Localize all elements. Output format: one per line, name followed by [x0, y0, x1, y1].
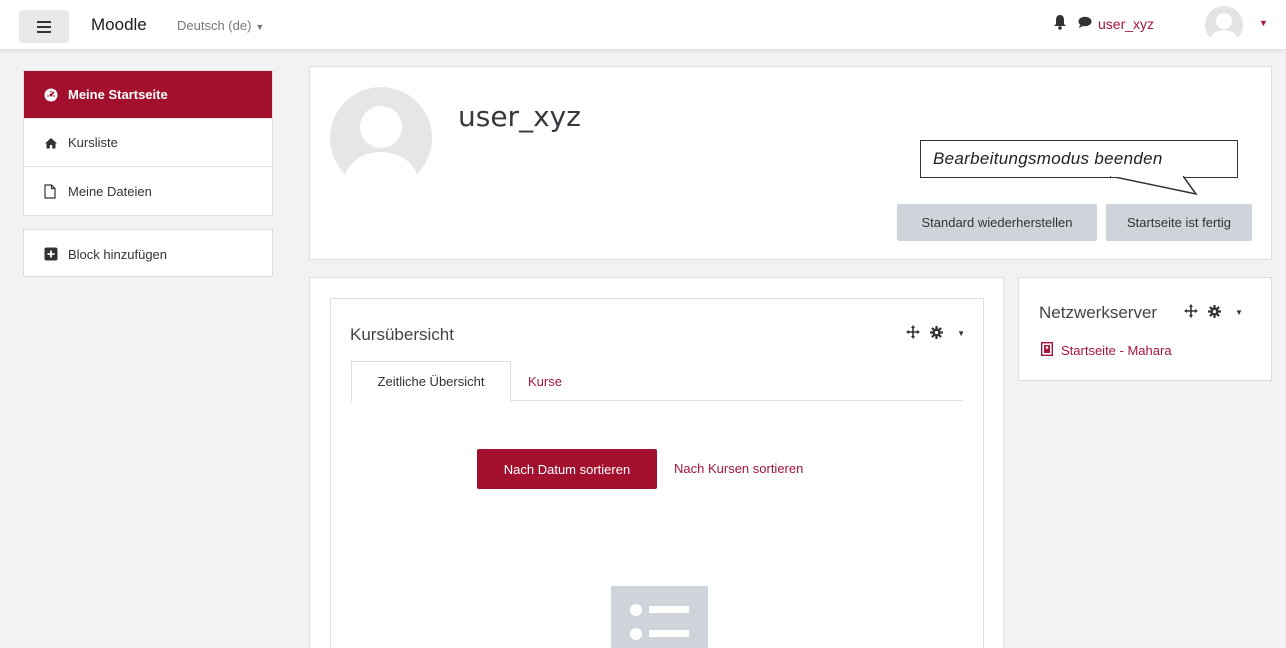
block-controls: ▼ — [906, 325, 965, 342]
home-icon — [44, 137, 62, 149]
gear-icon[interactable] — [930, 325, 944, 342]
nav-item-meine-startseite[interactable]: Meine Startseite — [24, 71, 272, 119]
gear-icon[interactable] — [1208, 304, 1221, 321]
annotation-callout: Bearbeitungsmodus beenden — [920, 140, 1238, 178]
nav-item-meine-dateien[interactable]: Meine Dateien — [24, 167, 272, 215]
page-title: user_xyz — [458, 100, 581, 133]
profile-avatar — [330, 87, 432, 189]
bell-icon[interactable] — [1053, 14, 1067, 33]
main-content-region: Kursübersicht ▼ Zeitliche Übersicht Kurs… — [309, 277, 1004, 648]
avatar[interactable] — [1205, 6, 1243, 44]
sort-by-date-button[interactable]: Nach Datum sortieren — [477, 449, 657, 489]
dashboard-icon — [44, 88, 62, 102]
top-navbar: Moodle Deutsch (de) ▼ user_xyz ▼ — [0, 0, 1286, 50]
mahara-link[interactable]: Startseite - Mahara — [1040, 341, 1172, 359]
page-header-card: user_xyz Bearbeitungsmodus beenden Stand… — [309, 66, 1272, 260]
tab-kurse[interactable]: Kurse — [528, 361, 562, 402]
nav-item-label: Meine Startseite — [68, 87, 168, 102]
plus-square-icon — [44, 247, 62, 261]
reset-default-button[interactable]: Standard wiederherstellen — [897, 204, 1097, 241]
course-overview-block: Kursübersicht ▼ Zeitliche Übersicht Kurs… — [330, 298, 984, 648]
empty-list-icon — [611, 586, 708, 648]
add-block-label: Block hinzufügen — [68, 246, 168, 262]
block-controls: ▼ — [1184, 304, 1243, 321]
sort-by-course-link[interactable]: Nach Kursen sortieren — [674, 461, 803, 476]
add-block-link[interactable]: Block hinzufügen — [24, 230, 272, 278]
language-label: Deutsch (de) — [177, 18, 252, 33]
mahara-link-label: Startseite - Mahara — [1061, 343, 1172, 358]
move-icon[interactable] — [906, 325, 921, 342]
move-icon[interactable] — [1184, 304, 1198, 321]
block-title: Netzwerkserver — [1039, 303, 1158, 322]
nav-item-label: Kursliste — [68, 135, 118, 150]
caret-down-icon[interactable]: ▼ — [957, 329, 965, 338]
nav-item-kursliste[interactable]: Kursliste — [24, 119, 272, 167]
add-block-panel: Block hinzufügen — [23, 229, 273, 277]
callout-pointer — [1110, 176, 1198, 196]
hamburger-menu-button[interactable] — [19, 10, 69, 43]
caret-down-icon: ▼ — [255, 22, 265, 32]
chat-icon[interactable] — [1078, 15, 1092, 31]
tab-bar: Zeitliche Übersicht Kurse — [351, 361, 963, 402]
network-server-block: Netzwerkserver ▼ Startseite - Mahara — [1018, 277, 1272, 381]
hamburger-icon — [37, 20, 51, 33]
user-menu-name[interactable]: user_xyz — [1098, 16, 1154, 32]
block-title: Kursübersicht — [350, 325, 454, 344]
mahara-icon — [1040, 341, 1054, 359]
left-navigation: Meine Startseite Kursliste Meine Dateien — [23, 70, 273, 216]
file-icon — [44, 183, 62, 199]
stop-editing-button[interactable]: Startseite ist fertig — [1106, 204, 1252, 241]
tab-zeitliche-uebersicht[interactable]: Zeitliche Übersicht — [351, 361, 511, 402]
user-menu-caret-icon[interactable]: ▼ — [1259, 18, 1268, 28]
site-brand-link[interactable]: Moodle — [91, 15, 147, 35]
language-menu[interactable]: Deutsch (de) ▼ — [177, 18, 264, 33]
nav-item-label: Meine Dateien — [68, 183, 152, 199]
caret-down-icon[interactable]: ▼ — [1235, 308, 1243, 317]
